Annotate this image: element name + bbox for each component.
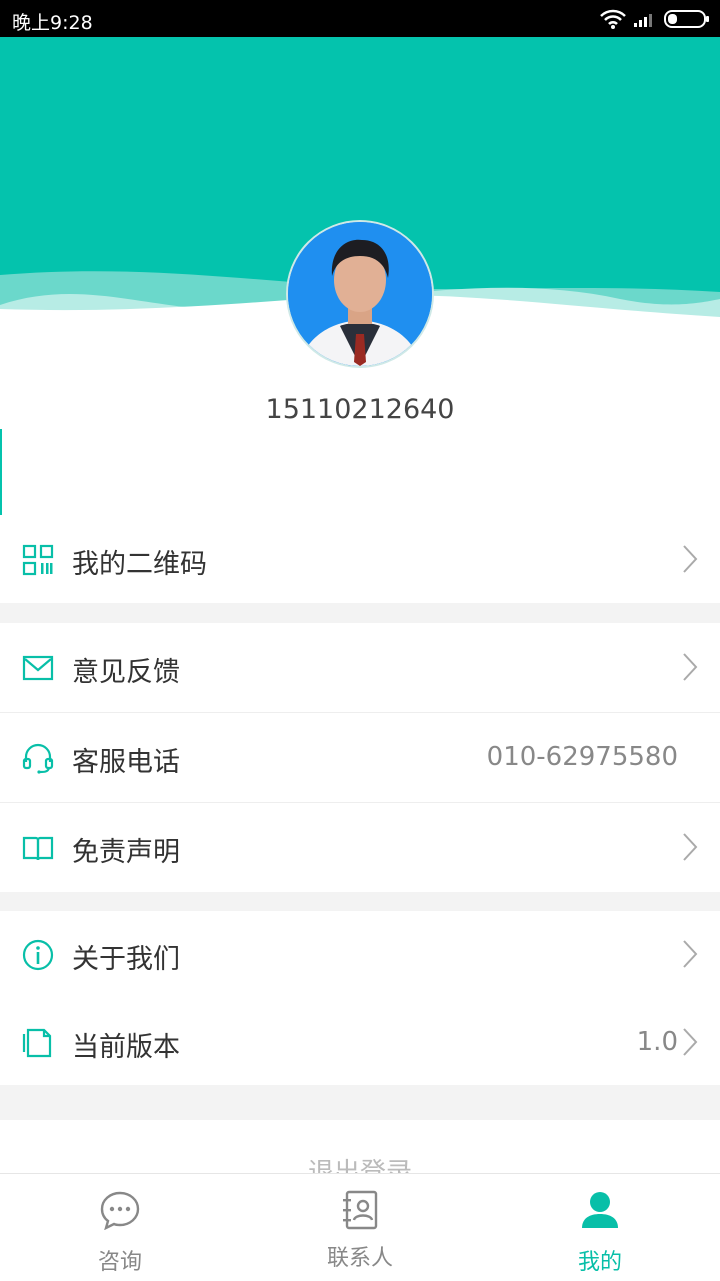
status-icons [600, 8, 710, 30]
headset-icon [22, 743, 54, 774]
chat-icon [100, 1191, 140, 1230]
bottom-tab-bar: 咨询 联系人 我的 [0, 1173, 720, 1281]
wifi-icon [600, 9, 626, 29]
logout-button[interactable]: 退出登录 [0, 1120, 720, 1180]
chevron-right-icon [683, 653, 698, 681]
document-icon [22, 1028, 52, 1058]
chevron-right-icon [683, 833, 698, 861]
menu-label-disclaimer: 免责声明 [72, 837, 180, 868]
avatar[interactable] [286, 220, 434, 368]
tab-contacts[interactable]: 联系人 [240, 1174, 480, 1281]
edge-accent [0, 429, 2, 515]
menu-item-qrcode[interactable]: 我的二维码 [0, 515, 720, 603]
status-time: 晚上9:28 [12, 12, 93, 34]
menu-item-about[interactable]: 关于我们 [0, 911, 720, 999]
book-icon [22, 836, 54, 861]
menu-label-service-phone: 客服电话 [72, 747, 180, 778]
chevron-right-icon [683, 545, 698, 573]
tab-label-contacts: 联系人 [326, 1246, 393, 1271]
mail-icon [22, 655, 54, 681]
menu-item-version[interactable]: 当前版本 1.0 [0, 999, 720, 1085]
chevron-right-icon [683, 940, 698, 968]
chevron-right-icon [683, 1028, 698, 1056]
menu-label-version: 当前版本 [72, 1032, 180, 1063]
battery-icon [664, 10, 709, 28]
menu-item-disclaimer[interactable]: 免责声明 [0, 803, 720, 892]
tab-label-mine: 我的 [577, 1250, 622, 1275]
contacts-icon [343, 1190, 378, 1230]
status-bar: 晚上9:28 [0, 0, 720, 37]
tab-consult[interactable]: 咨询 [0, 1174, 240, 1281]
version-value: 1.0 [636, 1027, 678, 1057]
menu-label-feedback: 意见反馈 [72, 657, 180, 688]
qrcode-icon [22, 544, 54, 576]
user-icon [582, 1192, 618, 1228]
menu-item-feedback[interactable]: 意见反馈 [0, 623, 720, 712]
signal-icon [634, 14, 652, 27]
profile-header: 15110212640 [0, 37, 720, 515]
user-phone-number: 15110212640 [265, 394, 455, 425]
tab-mine[interactable]: 我的 [480, 1174, 720, 1281]
menu-item-service-phone[interactable]: 客服电话 010-62975580 [0, 713, 720, 802]
avatar-photo [288, 222, 432, 366]
menu-label-qrcode: 我的二维码 [72, 549, 207, 580]
info-icon [22, 939, 54, 971]
menu-label-about: 关于我们 [72, 944, 180, 975]
service-phone-value: 010-62975580 [486, 742, 678, 772]
tab-label-consult: 咨询 [97, 1250, 142, 1275]
